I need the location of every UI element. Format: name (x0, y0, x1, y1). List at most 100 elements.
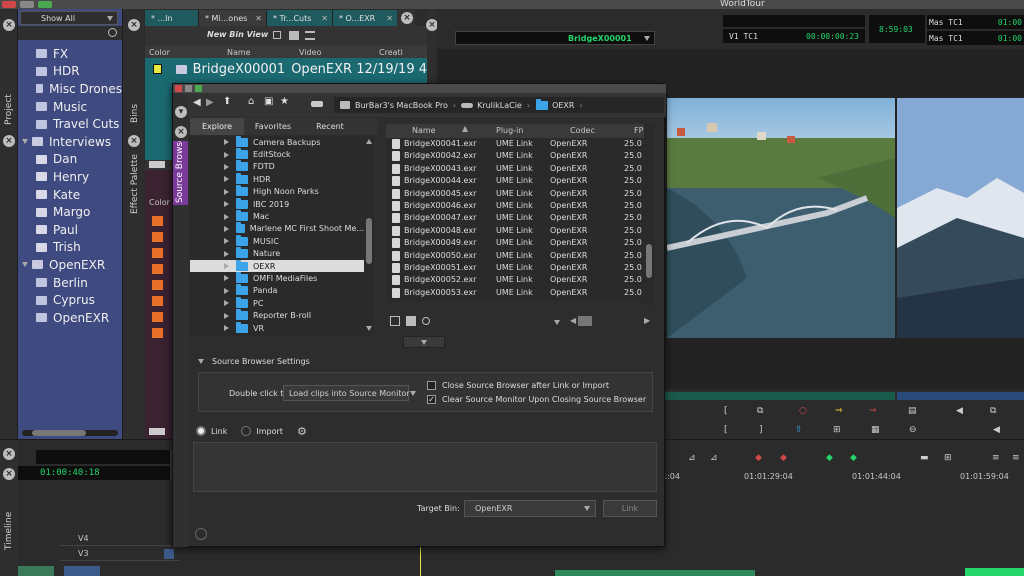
grid-view-icon[interactable]: ⊞ (944, 453, 952, 463)
chevron-right-icon[interactable] (224, 287, 229, 294)
file-row[interactable]: BridgeX00050.exr UME Link OpenEXR 25.0 (386, 250, 644, 262)
chevron-right-icon[interactable] (224, 275, 229, 282)
minus-icon[interactable]: ▬ (920, 453, 929, 463)
breadcrumb-item-1[interactable]: BurBar3's MacBook Pro (355, 101, 448, 110)
chevron-right-icon[interactable] (224, 263, 229, 270)
bin-view-label[interactable]: New Bin View (207, 30, 268, 39)
bins-side-tab[interactable]: Bins (130, 104, 140, 123)
list-view-icon[interactable] (390, 316, 400, 326)
folder-tree-item[interactable]: IBC 2019 (190, 197, 364, 210)
clip-color-swatch[interactable] (152, 280, 163, 290)
bin-tree-item[interactable]: OpenEXR (18, 256, 122, 274)
track-v3-label[interactable]: V3 (78, 549, 89, 558)
segment-red-icon[interactable]: ◆ (780, 453, 787, 463)
link-radio[interactable] (196, 426, 206, 436)
target-bin-select[interactable]: OpenEXR (464, 500, 596, 517)
computer-icon[interactable]: ▣ (264, 96, 273, 107)
close-tab-icon[interactable]: ✕ (321, 14, 328, 23)
file-list-scrollbar[interactable] (644, 124, 654, 306)
folder-tree-item[interactable]: Reporter B-roll (190, 309, 364, 321)
chevron-down-icon[interactable] (22, 139, 28, 145)
file-row[interactable]: BridgeX00045.exr UME Link OpenEXR 25.0 (386, 188, 644, 200)
back-icon[interactable]: ◀ (193, 97, 201, 108)
link-button[interactable]: Link (603, 500, 657, 517)
source-position-bar[interactable] (659, 392, 895, 400)
browser-menu-icon[interactable]: ▾ (175, 106, 187, 118)
chevron-right-icon[interactable] (224, 213, 229, 220)
lift-icon[interactable]: ⇧ (795, 425, 803, 435)
play-in-out-record-icon[interactable]: ⧉ (990, 406, 996, 416)
folder-tree-item[interactable]: FDTD (190, 160, 364, 173)
file-row[interactable]: BridgeX00043.exr UME Link OpenEXR 25.0 (386, 163, 644, 175)
bin-tree-scrollbar[interactable] (22, 430, 118, 436)
bin-tab-3[interactable]: * Tr...Cuts ✕ (267, 10, 333, 26)
bin-tree-item[interactable]: FX (18, 45, 122, 63)
breadcrumb-item-3[interactable]: OEXR (552, 101, 574, 110)
favorite-star-icon[interactable]: ★ (280, 96, 289, 107)
timeline-side-tab[interactable]: Timeline (4, 512, 14, 550)
trim-2-icon[interactable]: ⊿ (710, 453, 718, 463)
close-timeline-2-icon[interactable]: × (3, 468, 15, 480)
file-row[interactable]: BridgeX00052.exr UME Link OpenEXR 25.0 (386, 274, 644, 286)
chevron-right-icon[interactable] (224, 325, 229, 332)
bin-tree-item[interactable]: Trish (18, 239, 122, 257)
close-timeline-icon[interactable]: × (3, 448, 15, 460)
clear-marks-icon[interactable]: ○ (799, 406, 807, 416)
bin-tree-item[interactable]: OpenEXR (18, 309, 122, 327)
monitor-menu-icon[interactable]: ▤ (908, 406, 917, 416)
bin-filter-select[interactable]: Show All (20, 11, 118, 25)
grid-icon[interactable]: ⊞ (833, 425, 841, 435)
gear-icon[interactable]: ⚙ (297, 425, 307, 438)
chevron-down-icon[interactable] (22, 262, 28, 268)
file-row[interactable]: BridgeX00051.exr UME Link OpenEXR 25.0 (386, 262, 644, 274)
chevron-right-icon[interactable] (224, 250, 229, 257)
tab-recent[interactable]: Recent (302, 118, 358, 135)
file-row[interactable]: BridgeX00046.exr UME Link OpenEXR 25.0 (386, 200, 644, 212)
opt-close-row[interactable]: Close Source Browser after Link or Impor… (427, 379, 651, 391)
track-lock-icon[interactable] (164, 548, 174, 559)
folder-tree-item[interactable]: Camera Backups (190, 136, 364, 148)
bin-tree-item[interactable]: Margo (18, 203, 122, 221)
chevron-right-icon[interactable] (224, 151, 229, 158)
source-monitor-image[interactable] (667, 98, 895, 338)
folder-tree-item[interactable]: OMFI MediaFiles (190, 271, 364, 284)
drive-icon[interactable] (311, 101, 323, 107)
zoom-out-icon[interactable]: ≡ (992, 453, 1000, 463)
file-row[interactable]: BridgeX00042.exr UME Link OpenEXR 25.0 (386, 150, 644, 162)
bin-tree-item[interactable]: Henry (18, 168, 122, 186)
record-track-v2[interactable] (64, 566, 100, 576)
mark-out-icon[interactable]: ] (759, 425, 763, 435)
home-icon[interactable]: ⌂ (248, 96, 254, 107)
record-position-bar[interactable] (897, 392, 1024, 400)
col-name[interactable]: Name (227, 48, 299, 57)
folder-tree-item[interactable]: VR (190, 321, 364, 334)
bin-clip-row[interactable]: BridgeX00001 OpenEXR 12/19/19 4 (145, 58, 427, 80)
step-back-icon[interactable]: ◀ (956, 406, 963, 416)
scroll-left-icon[interactable]: ◀ (570, 316, 576, 325)
close-project-2-icon[interactable]: × (3, 135, 15, 147)
tab-explore[interactable]: Explore (190, 118, 244, 135)
file-row[interactable]: BridgeX00041.exr UME Link OpenEXR 25.0 (386, 138, 644, 150)
bin-tree-item[interactable]: HDR (18, 63, 122, 81)
folder-tree-item[interactable]: High Noon Parks (190, 185, 364, 198)
import-radio[interactable] (241, 426, 252, 436)
chevron-right-icon[interactable] (224, 139, 229, 146)
col-file-name[interactable]: Name (412, 126, 436, 135)
tc-display-1[interactable] (723, 15, 865, 27)
clip-color-swatch[interactable] (152, 232, 163, 242)
chevron-right-icon[interactable] (224, 163, 229, 170)
col-plugin[interactable]: Plug-in (496, 126, 523, 135)
clip-color-swatch[interactable] (152, 296, 163, 306)
horizontal-scroll-thumb[interactable] (578, 316, 592, 326)
splice-icon[interactable]: ⇒ (835, 406, 843, 416)
chevron-down-icon[interactable] (554, 320, 560, 325)
folder-tree-item[interactable]: PC (190, 296, 364, 309)
browser-zoom-icon[interactable] (195, 85, 202, 92)
chevron-right-icon[interactable] (224, 225, 229, 232)
play-in-out-icon[interactable]: ⧉ (757, 406, 763, 416)
file-row[interactable]: BridgeX00047.exr UME Link OpenEXR 25.0 (386, 212, 644, 224)
source-track-v1[interactable] (18, 566, 54, 576)
opt-clear-row[interactable]: ✓ Clear Source Monitor Upon Closing Sour… (427, 393, 651, 405)
extract-icon[interactable]: ◆ (755, 453, 762, 463)
script-view-icon[interactable] (305, 31, 315, 40)
